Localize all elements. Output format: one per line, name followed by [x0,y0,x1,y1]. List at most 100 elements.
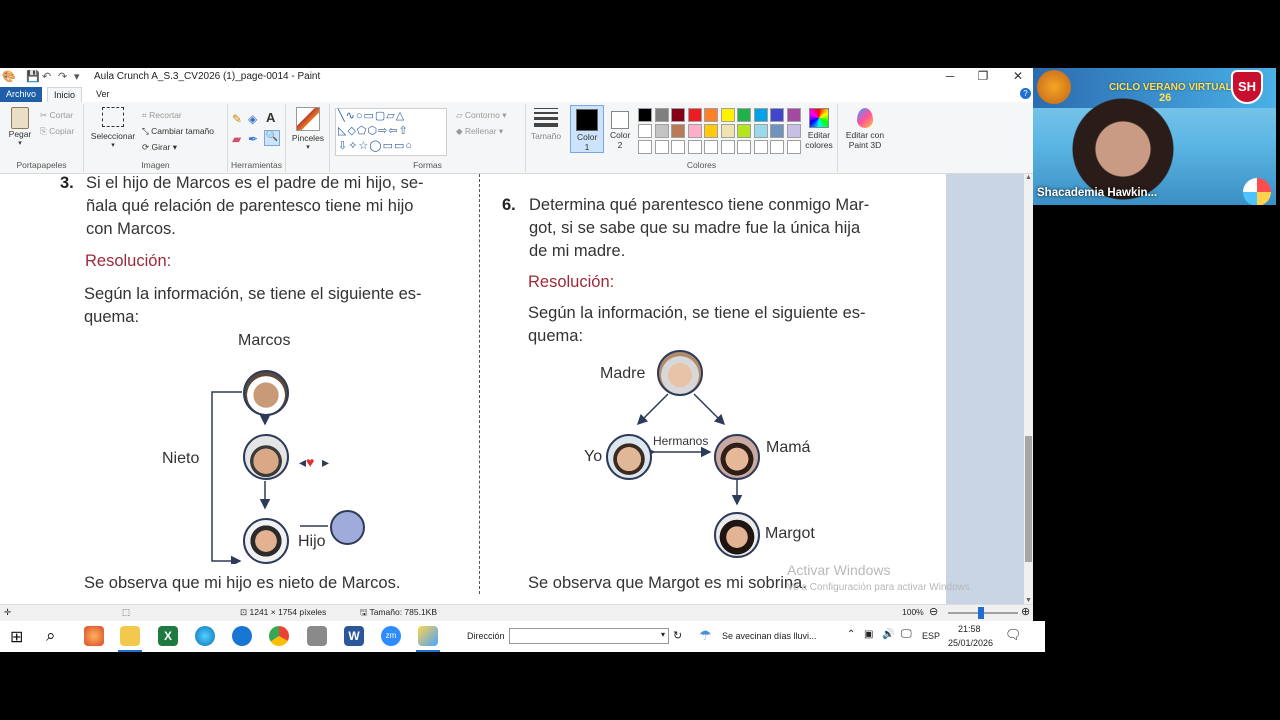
zoom-out-icon[interactable]: ⊖ [929,605,938,618]
palette-swatch[interactable] [720,140,735,154]
palette-swatch[interactable] [753,108,768,122]
cut-button[interactable]: ✂ Cortar [40,110,73,121]
zoom-slider-thumb[interactable] [978,607,984,619]
paste-button[interactable]: Pegar ▾ [6,107,34,149]
palette-swatch[interactable] [687,124,702,138]
pencil-icon[interactable]: ✎ [232,112,242,126]
palette-swatch[interactable] [704,124,718,138]
tray-icon-1[interactable]: ▣ [864,629,873,640]
eraser-icon[interactable]: ▰ [232,132,241,146]
start-windows-icon[interactable]: ⊞ [10,627,23,647]
language-indicator[interactable]: ESP [922,631,940,641]
palette-swatch[interactable] [737,124,751,138]
excel-icon[interactable]: X [158,626,178,646]
shapes-gallery[interactable]: ╲∿○▭▢▱△ ◺◇⬠⬡⇨⇦⇧ ⇩✧☆◯▭▭○ [335,108,447,156]
chrome-icon[interactable] [269,626,289,646]
redo-icon[interactable]: ↷ [58,70,67,83]
canvas-area[interactable]: 3. Si el hijo de Marcos es el padre de m… [0,174,1024,604]
palette-swatch[interactable] [654,140,669,154]
palette-swatch[interactable] [770,140,784,154]
text-icon[interactable]: A [266,110,275,125]
palette-swatch[interactable] [671,124,685,138]
help-icon[interactable]: ? [1020,88,1031,99]
clock-time[interactable]: 21:58 [958,624,981,634]
restore-button[interactable]: ❐ [973,69,993,83]
copy-button[interactable]: ⎘ Copiar [40,126,74,137]
palette-swatch[interactable] [704,108,718,122]
calculator-icon[interactable] [307,626,327,646]
palette-swatch[interactable] [638,140,652,154]
palette-swatch[interactable] [737,140,751,154]
address-input[interactable]: ▾ [509,628,669,644]
tab-archivo[interactable]: Archivo [0,87,43,102]
customize-qa-icon[interactable]: ▾ [74,70,80,83]
palette-swatch[interactable] [687,140,702,154]
zoom-in-icon[interactable]: ⊕ [1021,605,1030,618]
paint3d-button[interactable]: Editar con Paint 3D [842,108,888,150]
search-icon[interactable]: ⌕ [46,626,56,646]
refresh-icon[interactable]: ↻ [673,629,682,642]
rotate-button[interactable]: ⟳ Girar ▾ [142,142,177,153]
palette-swatch[interactable] [786,124,801,138]
color1-button[interactable]: Color 1 [570,105,604,153]
undo-icon[interactable]: ↶ [42,70,51,83]
outline-button[interactable]: ▱ Contorno ▾ [456,110,507,121]
palette-swatch[interactable] [770,124,784,138]
palette-swatch[interactable] [753,140,768,154]
resize-button[interactable]: ⤡ Cambiar tamaño [142,126,214,137]
color-picker-icon[interactable]: ✒ [248,132,258,146]
image-dimensions-text: 1241 × 1754 píxeles [249,607,327,617]
scroll-up-icon[interactable]: ▲ [1025,174,1032,181]
vertical-scrollbar[interactable]: ▲ ▼ [1024,174,1033,604]
palette-swatch[interactable] [671,140,685,154]
word-icon[interactable]: W [344,626,364,646]
weather-icon[interactable]: ☂ [699,627,712,644]
palette-swatch[interactable] [638,124,652,138]
tab-ver[interactable]: Ver [90,87,116,102]
palette-swatch[interactable] [654,108,669,122]
notifications-icon[interactable]: 🗨 [1005,627,1022,643]
scroll-down-icon[interactable]: ▼ [1025,597,1032,604]
network-icon[interactable]: 🖵 [901,628,912,641]
palette-swatch[interactable] [671,108,685,122]
palette-swatch[interactable] [654,124,669,138]
clock-date[interactable]: 25/01/2026 [948,638,993,648]
app-icon-2[interactable] [232,626,252,646]
palette-swatch[interactable] [753,124,768,138]
palette-swatch[interactable] [704,140,718,154]
edge-icon[interactable] [195,626,215,646]
minimize-button[interactable]: ─ [940,69,960,83]
color2-button[interactable]: Color 2 [606,105,634,150]
palette-swatch[interactable] [737,108,751,122]
palette-swatch[interactable] [638,108,652,122]
crop-button[interactable]: ⌗ Recortar [142,110,182,121]
palette-swatch[interactable] [720,124,735,138]
palette-swatch[interactable] [786,140,801,154]
video-tile[interactable]: CICLO VERANO VIRTUAL 26 SH Shacademia Ha… [1033,68,1276,205]
brushes-button[interactable]: Pinceles ▾ [290,107,326,153]
chevron-down-icon[interactable]: ▾ [661,630,665,639]
size-button[interactable]: Tamaño [530,108,562,141]
tab-inicio[interactable]: Inicio [47,87,83,102]
palette-swatch[interactable] [770,108,784,122]
edit-colors-button[interactable]: Editar colores [802,108,836,150]
palette-swatch[interactable] [786,108,801,122]
volume-icon[interactable]: 🔊 [882,629,894,640]
zoom-slider[interactable] [948,607,1018,619]
scrollbar-thumb[interactable] [1025,436,1032,562]
app-icon-1[interactable] [84,626,104,646]
magnifier-icon[interactable]: 🔍 [264,130,280,146]
palette-swatch[interactable] [720,108,735,122]
close-button[interactable]: ✕ [1008,69,1028,83]
save-icon[interactable]: 💾 [26,70,40,83]
weather-text[interactable]: Se avecinan días lluvi... [722,631,817,641]
image-canvas[interactable]: 3. Si el hijo de Marcos es el padre de m… [0,174,946,604]
select-button[interactable]: Seleccionar ▾ [90,107,136,151]
palette-swatch[interactable] [687,108,702,122]
paint-taskbar-icon[interactable] [418,626,438,646]
fill-button[interactable]: ◆ Rellenar ▾ [456,126,503,137]
tray-chevron-icon[interactable]: ⌃ [847,629,855,640]
file-explorer-icon[interactable] [120,626,140,646]
zoom-app-icon[interactable]: zm [381,626,401,646]
fill-icon[interactable]: ◈ [248,112,257,126]
